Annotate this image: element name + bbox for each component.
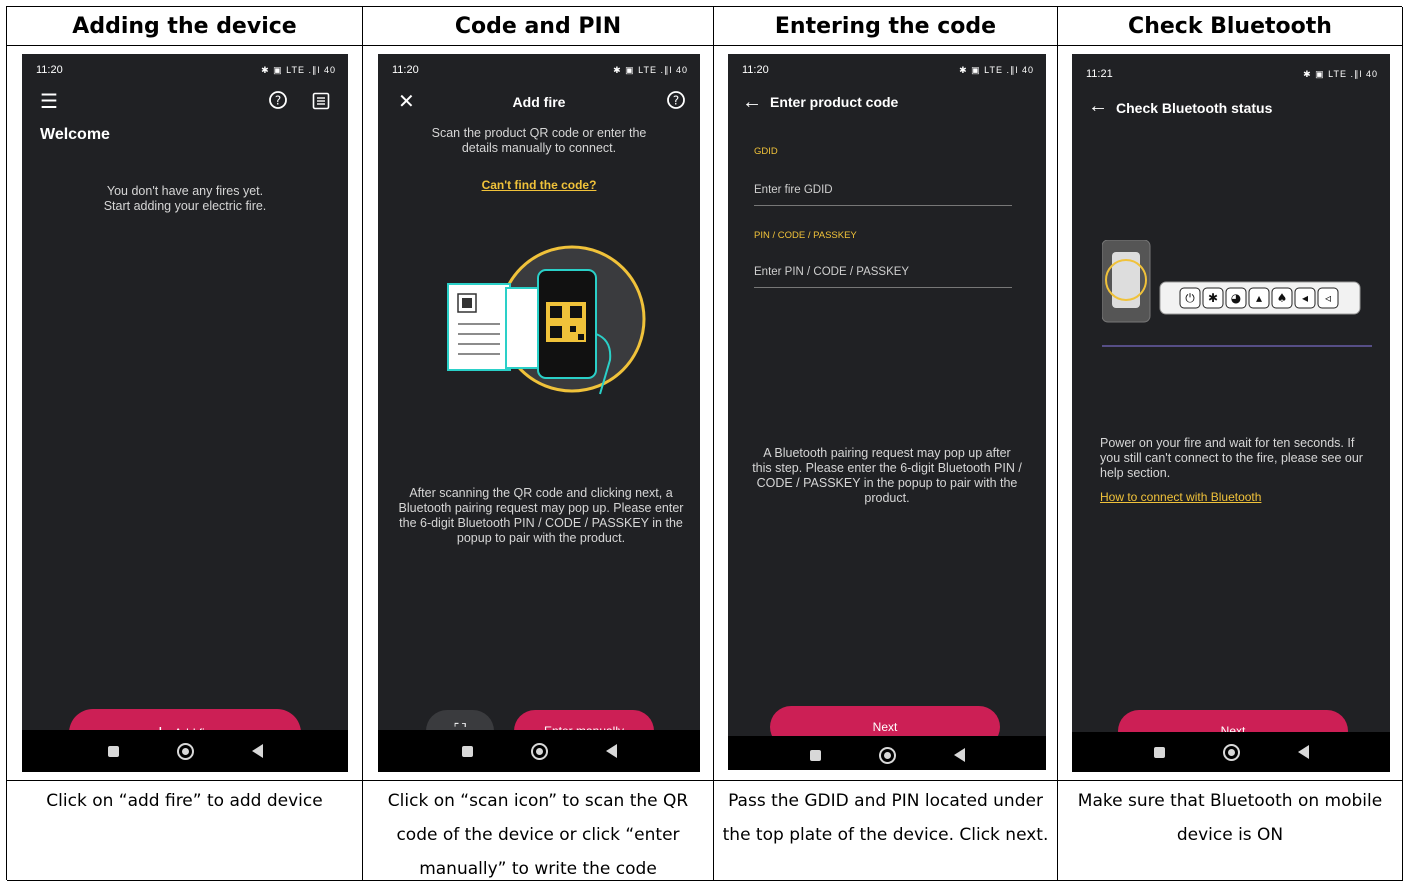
- home-icon[interactable]: [176, 742, 194, 760]
- pairing-note: A Bluetooth pairing request may pop up a…: [752, 446, 1022, 505]
- caption-entering-code: Pass the GDID and PIN located under the …: [714, 781, 1058, 881]
- help-icon[interactable]: ?: [268, 90, 288, 114]
- gdid-label: GDID: [754, 146, 778, 157]
- page-title: Check Bluetooth status: [1116, 100, 1273, 116]
- status-bar: 11:20 ✱ ▣ LTE .∥l 40: [36, 62, 336, 78]
- header-check-bluetooth: Check Bluetooth: [1058, 7, 1403, 46]
- status-bar: 11:21 ✱ ▣ LTE .∥l 40: [1086, 66, 1378, 82]
- bluetooth-help-link[interactable]: How to connect with Bluetooth: [1100, 490, 1261, 504]
- phone-screen-check-bluetooth: 11:21 ✱ ▣ LTE .∥l 40 ← Check Bluetooth s…: [1072, 54, 1390, 772]
- home-icon[interactable]: [1222, 743, 1240, 761]
- pin-input[interactable]: Enter PIN / CODE / PASSKEY: [754, 266, 1012, 288]
- back-arrow-icon[interactable]: ←: [742, 92, 762, 112]
- next-label: Next: [872, 720, 898, 734]
- status-icons: ✱ ▣ LTE .∥l 40: [261, 64, 336, 75]
- phone-screen-enter-code: 11:20 ✱ ▣ LTE .∥l 40 ← Enter product cod…: [728, 54, 1046, 770]
- status-time: 11:20: [36, 64, 63, 76]
- svg-text:✱: ✱: [1208, 291, 1218, 305]
- home-icon[interactable]: [530, 742, 548, 760]
- back-nav-icon[interactable]: [251, 744, 263, 758]
- page-title: Welcome: [40, 126, 110, 143]
- svg-text:▴: ▴: [1256, 291, 1262, 305]
- phone-screen-welcome: 11:20 ✱ ▣ LTE .∥l 40 ☰ ? Welcome You don…: [22, 54, 348, 772]
- caption-code-pin: Click on “scan icon” to scan the QR code…: [363, 781, 714, 881]
- svg-text:♠: ♠: [1277, 291, 1288, 305]
- instruction-table: Adding the device Code and PIN Entering …: [6, 6, 1403, 881]
- svg-text:?: ?: [673, 94, 679, 108]
- svg-text:◂: ◂: [1302, 291, 1308, 305]
- svg-text:?: ?: [275, 94, 281, 108]
- status-time: 11:20: [742, 64, 769, 76]
- after-scan-text: After scanning the QR code and clicking …: [398, 486, 684, 545]
- status-icons: ✱ ▣ LTE .∥l 40: [613, 64, 688, 75]
- svg-text:◕: ◕: [1231, 291, 1242, 305]
- empty-state-line-2: Start adding your electric fire.: [103, 199, 267, 213]
- help-icon[interactable]: ?: [666, 90, 686, 114]
- page-title: Enter product code: [770, 94, 899, 110]
- cant-find-code-link[interactable]: Can't find the code?: [378, 178, 700, 192]
- system-nav-bar: [378, 730, 700, 772]
- gdid-input[interactable]: Enter fire GDID: [754, 184, 1012, 206]
- header-entering-code: Entering the code: [714, 7, 1058, 46]
- system-nav-bar: [22, 730, 348, 772]
- intro-text: Scan the product QR code or enter the de…: [431, 126, 647, 155]
- empty-state-line-1: You don't have any fires yet.: [106, 184, 264, 198]
- status-icons: ✱ ▣ LTE .∥l 40: [1303, 68, 1378, 79]
- status-time: 11:20: [392, 64, 419, 76]
- device-control-panel-illustration: ⏻ ✱ ◕ ▴ ♠ ◂ ◃: [1102, 240, 1372, 347]
- header-code-pin: Code and PIN: [363, 7, 714, 46]
- back-arrow-icon[interactable]: ←: [1088, 96, 1108, 116]
- recents-icon[interactable]: [1153, 746, 1165, 758]
- svg-text:◃: ◃: [1325, 291, 1331, 305]
- page-title: Add fire: [512, 94, 566, 110]
- screen-cell-3: 11:20 ✱ ▣ LTE .∥l 40 ← Enter product cod…: [714, 46, 1058, 781]
- back-nav-icon[interactable]: [953, 748, 965, 762]
- status-time: 11:21: [1086, 68, 1113, 80]
- menu-icon[interactable]: ☰: [40, 92, 58, 112]
- recents-icon[interactable]: [809, 749, 821, 761]
- pin-label: PIN / CODE / PASSKEY: [754, 230, 857, 241]
- back-nav-icon[interactable]: [605, 744, 617, 758]
- status-icons: ✱ ▣ LTE .∥l 40: [959, 64, 1034, 75]
- phone-screen-add-fire: 11:20 ✱ ▣ LTE .∥l 40 ✕ Add fire ? Scan t…: [378, 54, 700, 772]
- screen-cell-2: 11:20 ✱ ▣ LTE .∥l 40 ✕ Add fire ? Scan t…: [363, 46, 714, 781]
- screen-cell-1: 11:20 ✱ ▣ LTE .∥l 40 ☰ ? Welcome You don…: [7, 46, 363, 781]
- screen-cell-4: 11:21 ✱ ▣ LTE .∥l 40 ← Check Bluetooth s…: [1058, 46, 1403, 781]
- system-nav-bar: [728, 736, 1046, 770]
- caption-adding-device: Click on “add fire” to add device: [7, 781, 363, 881]
- qr-scan-illustration: [447, 245, 646, 395]
- svg-text:⏻: ⏻: [1185, 291, 1195, 305]
- caption-check-bluetooth: Make sure that Bluetooth on mobile devic…: [1058, 781, 1403, 881]
- status-bar: 11:20 ✱ ▣ LTE .∥l 40: [392, 62, 688, 78]
- system-nav-bar: [1072, 732, 1390, 772]
- recents-icon[interactable]: [461, 745, 473, 757]
- recents-icon[interactable]: [107, 745, 119, 757]
- status-bar: 11:20 ✱ ▣ LTE .∥l 40: [742, 62, 1034, 78]
- empty-state-text: You don't have any fires yet. Start addi…: [42, 184, 328, 214]
- header-adding-device: Adding the device: [7, 7, 363, 46]
- home-icon[interactable]: [878, 746, 896, 764]
- list-icon[interactable]: [312, 92, 330, 114]
- power-on-instruction: Power on your fire and wait for ten seco…: [1100, 436, 1363, 480]
- back-nav-icon[interactable]: [1297, 745, 1309, 759]
